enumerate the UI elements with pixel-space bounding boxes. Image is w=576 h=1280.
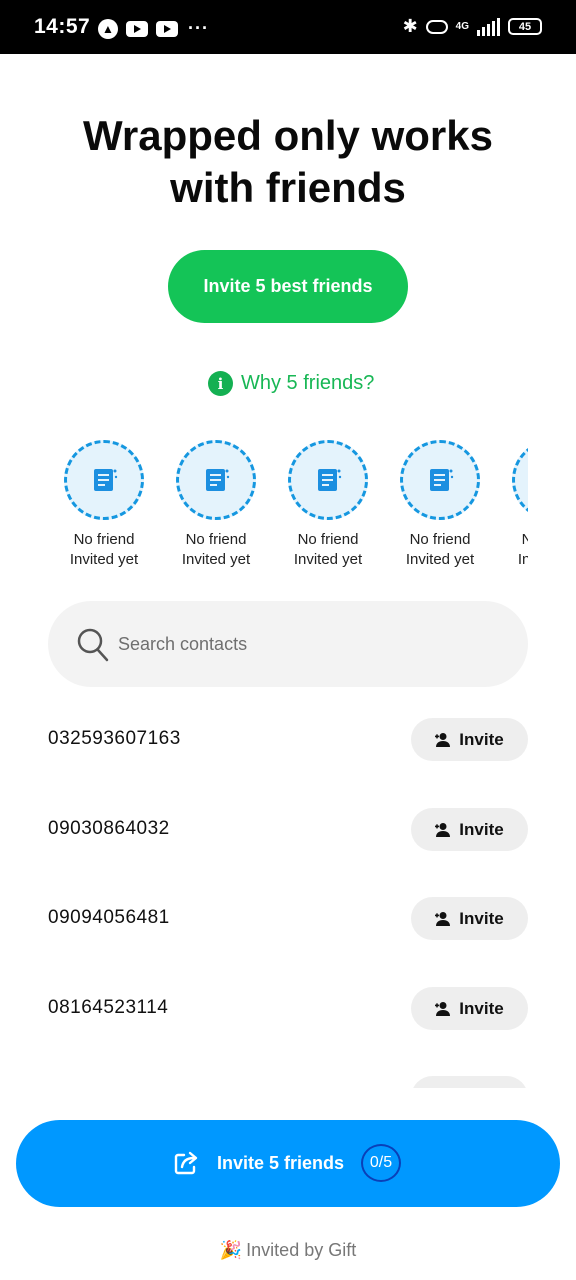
invite-contact-button[interactable] [411,1076,528,1088]
slot-label: No friend Invited yet [384,530,496,570]
youtube-notification-icon [126,20,148,37]
gift-card-icon [430,469,454,491]
empty-slot-ring [64,440,144,520]
empty-slot-ring [512,440,528,520]
invite-contact-label: Invite [459,729,504,749]
contact-phone: 09094056481 [48,907,170,928]
contact-row: 09030864032 Invite [0,808,576,852]
invite-contact-button[interactable]: Invite [411,808,528,851]
info-icon: i [208,371,233,396]
invite-best-friends-button[interactable]: Invite 5 best friends [168,250,408,323]
invite-contact-label: Invite [459,819,504,839]
add-person-icon [435,732,451,747]
slot-label: No friend Invited yet [496,530,528,570]
contact-row: 032593607163 Invite [0,718,576,762]
slot-label-line2: Invited yet [181,551,251,568]
friend-slots[interactable]: No friend Invited yet No friend Invited … [48,440,528,580]
add-person-icon [435,911,451,926]
bluetooth-icon: ✱ [402,16,418,36]
invite-contact-button[interactable]: Invite [411,718,528,761]
invite-contact-label: Invite [459,908,504,928]
status-time: 14:57 [34,15,91,38]
invited-by-text: Invited by Gift [246,1240,357,1260]
contact-phone: 09030864032 [48,818,170,839]
add-person-icon [435,1001,451,1016]
contacts-list[interactable]: 032593607163 Invite 09030864032 Invite 0… [0,700,576,1088]
invite-progress-badge: 0/5 [361,1144,401,1182]
slot-label-line2: Invited yet [69,551,139,568]
slot-label-line1: No friend [521,531,528,548]
friend-slot[interactable]: No friend Invited yet [272,440,384,570]
page-title-line2: with friends [170,164,406,211]
contact-phone: 08164523114 [48,997,169,1018]
signal-icon [477,17,500,36]
slot-label: No friend Invited yet [48,530,160,570]
youtube-notification-icon-2 [156,20,178,37]
empty-slot-ring [400,440,480,520]
party-popper-icon: 🎉 [219,1240,243,1260]
friend-slot[interactable]: No friend Invited yet [496,440,528,570]
invite-contact-button[interactable]: Invite [411,987,528,1030]
network-type: 4G [455,21,469,32]
slot-label-line2: Invited yet [517,551,528,568]
page-title: Wrapped only works with friends [0,110,576,214]
page-title-line1: Wrapped only works [83,112,493,159]
invite-five-friends-label: Invite 5 friends [217,1153,345,1173]
share-icon [174,1151,198,1175]
why-five-friends-link[interactable]: i Why 5 friends? [208,371,374,396]
status-notification-icons: ▲ ··· [98,18,209,39]
friend-slot[interactable]: No friend Invited yet [384,440,496,570]
slot-label-line2: Invited yet [293,551,363,568]
search-bar[interactable] [48,601,528,687]
friend-slot[interactable]: No friend Invited yet [48,440,160,570]
search-input[interactable] [118,625,498,663]
invite-contact-label: Invite [459,998,504,1018]
more-notifications-icon: ··· [188,18,209,38]
friend-slot[interactable]: No friend Invited yet [160,440,272,570]
add-person-icon [435,822,451,837]
contact-phone: 032593607163 [48,728,181,749]
app-notification-icon: ▲ [98,18,118,39]
slot-label-line1: No friend [185,531,247,548]
contact-row [0,1076,576,1088]
hotspot-link-icon [425,19,448,34]
battery-icon: 45 [508,18,542,35]
invite-five-friends-button[interactable]: Invite 5 friends 0/5 [16,1120,560,1207]
invited-by-footer: 🎉 Invited by Gift [0,1240,576,1261]
empty-slot-ring [288,440,368,520]
slot-label: No friend Invited yet [272,530,384,570]
gift-card-icon [94,469,118,491]
slot-label-line2: Invited yet [405,551,475,568]
invite-contact-button[interactable]: Invite [411,897,528,940]
empty-slot-ring [176,440,256,520]
status-bar: 14:57 ▲ ··· ✱ 4G 45 [0,0,576,54]
contact-row: 09094056481 Invite [0,897,576,941]
why-five-friends-label: Why 5 friends? [241,372,375,394]
gift-card-icon [318,469,342,491]
search-icon [77,628,109,662]
slot-label-line1: No friend [73,531,135,548]
contact-row: 08164523114 Invite [0,987,576,1031]
slot-label-line1: No friend [409,531,471,548]
slot-label: No friend Invited yet [160,530,272,570]
slot-label-line1: No friend [297,531,359,548]
status-system-icons: ✱ 4G 45 [403,16,542,37]
gift-card-icon [206,469,230,491]
